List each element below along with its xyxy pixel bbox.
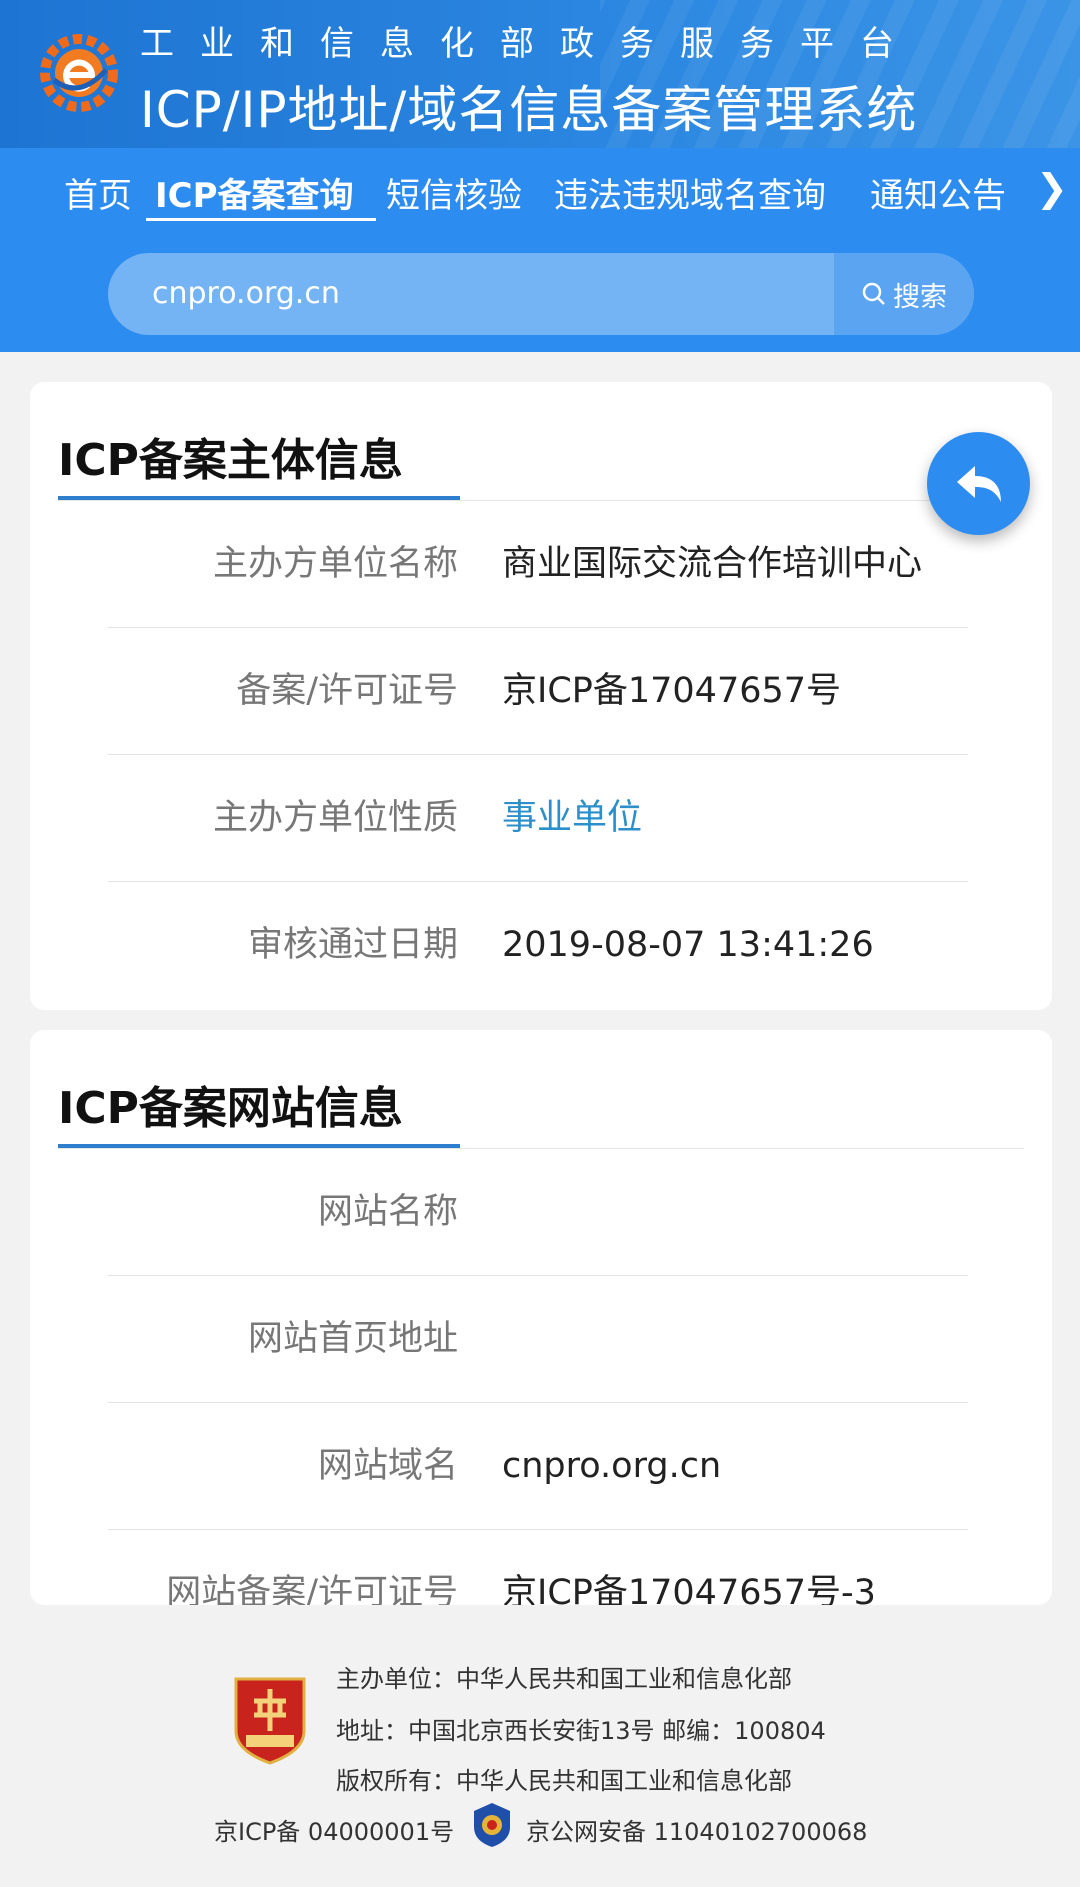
row-label: 网站域名 — [317, 1446, 458, 1486]
search-input[interactable]: cnpro.org.cn — [152, 253, 340, 335]
nav-item-notices[interactable]: 通知公告 — [870, 168, 1006, 217]
search-button-label: 搜索 — [893, 281, 947, 313]
row-value: 京ICP备17047657号 — [502, 671, 842, 711]
footer: 主办单位：中华人民共和国工业和信息化部 地址：中国北京西长安街13号 邮编：10… — [0, 1605, 1080, 1887]
government-badge-icon — [234, 1677, 306, 1765]
info-row: 主办方单位名称 商业国际交流合作培训中心 — [108, 501, 968, 628]
chevron-right-icon[interactable]: ❯ — [1036, 166, 1068, 210]
unit-nature-link[interactable]: 事业单位 — [502, 755, 642, 882]
row-label: 备案/许可证号 — [236, 671, 458, 711]
title-underline — [58, 1144, 460, 1148]
nav-item-illegal-domain[interactable]: 违法违规域名查询 — [554, 168, 826, 217]
back-arrow-icon — [956, 465, 1001, 502]
title-underline — [58, 496, 460, 500]
nav-item-icp-query[interactable]: ICP备案查询 — [155, 168, 354, 217]
header-subtitle: 工业和信息化部政务服务平台 — [140, 24, 920, 64]
search-box: cnpro.org.cn 搜索 — [108, 253, 974, 335]
row-label: 网站备案/许可证号 — [166, 1573, 458, 1605]
row-label: 主办方单位性质 — [212, 798, 458, 838]
info-row: 备案/许可证号 京ICP备17047657号 — [108, 628, 968, 755]
info-row: 主办方单位性质 事业单位 — [108, 755, 968, 882]
header-title: ICP/IP地址/域名信息备案管理系统 — [140, 81, 918, 139]
search-area: cnpro.org.cn 搜索 — [0, 230, 1080, 352]
police-emblem-icon — [474, 1803, 510, 1847]
info-row: 网站备案/许可证号 京ICP备17047657号-3 — [108, 1530, 968, 1605]
footer-copyright: 版权所有：中华人民共和国工业和信息化部 — [336, 1767, 792, 1795]
logo-icon — [40, 34, 118, 112]
back-button[interactable] — [927, 432, 1030, 535]
website-info-title: ICP备案网站信息 — [58, 1083, 403, 1134]
website-info-card: ICP备案网站信息 网站名称 网站首页地址 网站域名 cnpro.org.cn … — [30, 1030, 1052, 1605]
info-row: 网站名称 — [108, 1149, 968, 1276]
nav-active-underline — [146, 218, 376, 221]
row-value: 京ICP备17047657号-3 — [502, 1573, 876, 1605]
row-label: 主办方单位名称 — [212, 544, 458, 584]
footer-police-link[interactable]: 京公网安备 11040102700068 — [526, 1812, 867, 1847]
info-row: 网站域名 cnpro.org.cn — [108, 1403, 968, 1530]
row-value: cnpro.org.cn — [502, 1446, 722, 1486]
subject-info-title: ICP备案主体信息 — [58, 435, 403, 486]
info-row: 网站首页地址 — [108, 1276, 968, 1403]
row-value: 商业国际交流合作培训中心 — [502, 544, 923, 584]
row-label: 网站名称 — [317, 1192, 458, 1232]
info-row: 审核通过日期 2019-08-07 13:41:26 — [108, 882, 968, 1009]
subject-info-card: ICP备案主体信息 主办方单位名称 商业国际交流合作培训中心 备案/许可证号 京… — [30, 382, 1052, 1010]
footer-address: 地址：中国北京西长安街13号 邮编：100804 — [336, 1717, 826, 1745]
row-label: 网站首页地址 — [247, 1319, 458, 1359]
footer-icp-link[interactable]: 京ICP备 04000001号 — [214, 1812, 454, 1847]
nav-item-home[interactable]: 首页 — [64, 168, 132, 217]
row-value: 2019-08-07 13:41:26 — [502, 925, 874, 965]
search-icon — [862, 282, 885, 305]
footer-sponsor: 主办单位：中华人民共和国工业和信息化部 — [336, 1665, 792, 1693]
nav-item-sms-verify[interactable]: 短信核验 — [386, 168, 522, 217]
row-label: 审核通过日期 — [247, 925, 458, 965]
nav-bar: 首页 ICP备案查询 短信核验 违法违规域名查询 通知公告 ❯ — [0, 148, 1080, 230]
search-button[interactable]: 搜索 — [834, 253, 974, 335]
header: 工业和信息化部政务服务平台 ICP/IP地址/域名信息备案管理系统 — [0, 0, 1080, 148]
